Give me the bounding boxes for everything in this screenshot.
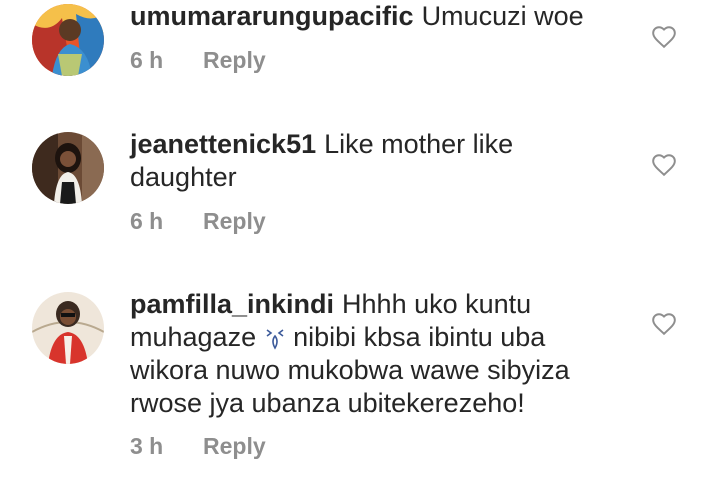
reply-button[interactable]: Reply (203, 433, 266, 459)
weary-face-emoji (264, 324, 286, 350)
reply-button[interactable]: Reply (203, 208, 266, 234)
comment-meta: 3 h Reply (130, 433, 266, 460)
avatar[interactable] (32, 4, 104, 76)
comment-meta: 6 h Reply (130, 208, 266, 235)
comment-username[interactable]: pamfilla_inkindi (130, 289, 334, 319)
comment-meta: 6 h Reply (130, 47, 266, 74)
heart-outline-icon[interactable] (651, 311, 677, 337)
avatar-image (32, 4, 104, 76)
comment-body: Umucuzi woe (421, 1, 584, 31)
comment-time: 3 h (130, 433, 164, 459)
comment-text: jeanettenick51 Like mother like daughter (130, 128, 620, 194)
reply-button[interactable]: Reply (203, 47, 266, 73)
comment-text: umumararungupacific Umucuzi woe (130, 0, 620, 33)
heart-outline-icon[interactable] (651, 24, 677, 50)
comment-text: pamfilla_inkindi Hhhh uko kuntu muhagaze … (130, 288, 620, 420)
avatar-image (32, 292, 104, 364)
comment-username[interactable]: jeanettenick51 (130, 129, 316, 159)
heart-outline-icon[interactable] (651, 152, 677, 178)
avatar-image (32, 132, 104, 204)
comment-time: 6 h (130, 47, 164, 73)
avatar[interactable] (32, 292, 104, 364)
avatar[interactable] (32, 132, 104, 204)
comment-username[interactable]: umumararungupacific (130, 1, 414, 31)
comment-time: 6 h (130, 208, 164, 234)
